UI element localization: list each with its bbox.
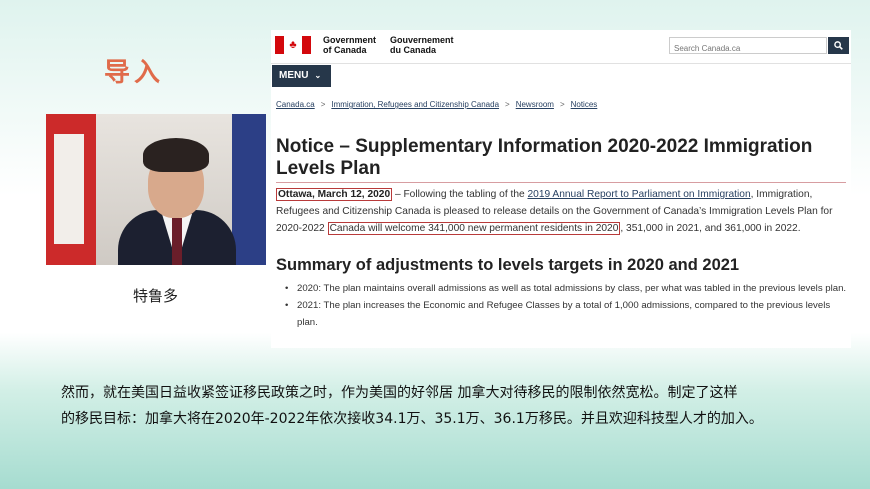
- gov-name-en-line2: of Canada: [323, 45, 367, 55]
- search-button[interactable]: [828, 37, 849, 54]
- gov-name-fr-line2: du Canada: [390, 45, 437, 55]
- summary-list: 2020: The plan maintains overall admissi…: [283, 280, 848, 331]
- search-field[interactable]: [669, 37, 828, 56]
- breadcrumb-newsroom[interactable]: Newsroom: [516, 100, 554, 109]
- breadcrumb-notices[interactable]: Notices: [571, 100, 598, 109]
- summary-heading: Summary of adjustments to levels targets…: [276, 256, 740, 274]
- date-highlight: Ottawa, March 12, 2020: [276, 188, 393, 201]
- breadcrumb-canada[interactable]: Canada.ca: [276, 100, 315, 109]
- slide-title: 导入: [104, 58, 165, 88]
- para-text-3: , 351,000 in 2021, and 361,000 in 2022.: [620, 223, 801, 234]
- photo-caption: 特鲁多: [133, 287, 179, 305]
- portrait-photo: [46, 114, 266, 265]
- header-divider: [271, 63, 851, 64]
- title-underline: [276, 182, 846, 183]
- body-line-1: 然而，就在美国日益收紧签证移民政策之时，作为美国的好邻居 加拿大对待移民的限制依…: [61, 385, 738, 401]
- eu-flag-background: [232, 114, 266, 265]
- annual-report-link[interactable]: 2019 Annual Report to Parliament on Immi…: [527, 189, 750, 200]
- menu-button[interactable]: MENU ⌄: [272, 65, 331, 87]
- canada-flag-icon[interactable]: ♣: [275, 36, 311, 54]
- para-text-1: – Following the tabling of the: [392, 189, 528, 200]
- notice-paragraph: Ottawa, March 12, 2020 – Following the t…: [276, 186, 846, 237]
- gc-header: ♣ Government of Canada Gouvernement du C…: [271, 30, 851, 62]
- breadcrumb: Canada.ca > Immigration, Refugees and Citi…: [276, 100, 598, 109]
- menu-label: MENU: [279, 70, 309, 81]
- search-input[interactable]: [670, 41, 828, 56]
- gov-name-fr[interactable]: Gouvernement du Canada: [390, 35, 454, 55]
- chevron-down-icon: ⌄: [314, 71, 322, 80]
- maple-leaf-icon: ♣: [289, 39, 297, 51]
- residents-highlight: Canada will welcome 341,000 new permanen…: [327, 222, 621, 235]
- tie: [172, 218, 182, 265]
- gov-name-fr-line1: Gouvernement: [390, 35, 454, 45]
- body-line-2: 的移民目标：加拿大将在2020年-2022年依次接收34.1万、35.1万、36…: [61, 411, 763, 427]
- search-icon: [834, 41, 843, 50]
- breadcrumb-ircc[interactable]: Immigration, Refugees and Citizenship Ca…: [331, 100, 499, 109]
- flag-background-white: [54, 134, 84, 244]
- page-title: Notice – Supplementary Information 2020-…: [276, 136, 813, 179]
- list-item: 2020: The plan maintains overall admissi…: [283, 280, 848, 297]
- hair: [143, 138, 209, 172]
- list-item: 2021: The plan increases the Economic an…: [283, 297, 848, 331]
- gov-name-en-line1: Government: [323, 35, 377, 45]
- body-text: 然而，就在美国日益收紧签证移民政策之时，作为美国的好邻居 加拿大对待移民的限制依…: [61, 380, 821, 432]
- webpage-screenshot: ♣ Government of Canada Gouvernement du C…: [271, 30, 851, 348]
- gov-name-en[interactable]: Government of Canada: [323, 35, 376, 55]
